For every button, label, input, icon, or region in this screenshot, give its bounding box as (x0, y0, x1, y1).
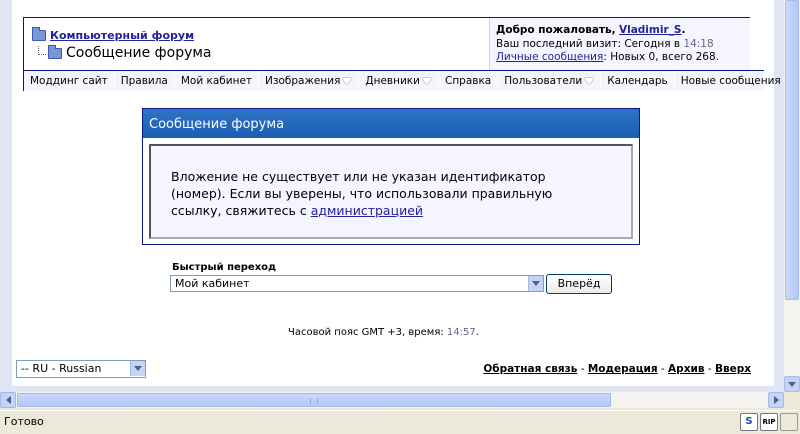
last-visit-label: Ваш последний визит: Сегодня в (496, 37, 681, 50)
welcome-box: Добро пожаловать, Vladimir_S. Ваш послед… (489, 18, 750, 70)
vertical-scrollbar[interactable] (784, 0, 800, 392)
page-title: Сообщение форума (66, 45, 212, 61)
nav-item-label: Пользователи (504, 74, 583, 87)
nav-item[interactable]: Изображения (259, 70, 360, 92)
dropdown-triangle-icon[interactable] (342, 77, 353, 85)
language-select[interactable]: -- RU - Russian (16, 360, 146, 378)
nav-item-label: Моддинг сайт (30, 74, 108, 87)
pm-stats: : Новых 0, всего 268. (603, 51, 719, 63)
breadcrumb-forum-link[interactable]: Компьютерный форум (50, 29, 194, 42)
footer-link[interactable]: Обратная связь (483, 363, 577, 375)
message-text: ссылку, свяжитесь с (171, 203, 307, 218)
arrow-right-icon (773, 396, 779, 404)
language-selected: -- RU - Russian (21, 362, 102, 375)
status-text: Готово (4, 415, 44, 428)
message-text-line: ссылку, свяжитесь с администрацией (171, 202, 631, 219)
welcome-line: Добро пожаловать, Vladimir_S. (496, 24, 750, 38)
private-messages-link[interactable]: Личные сообщения (496, 51, 603, 63)
breadcrumb-current-line: Сообщение форума (32, 44, 489, 62)
nav-item-label: Новые сообщения (680, 74, 781, 87)
nav-item-label: Мой кабинет (180, 74, 253, 87)
nav-item[interactable]: Новые сообщения (675, 71, 784, 92)
grip-icon (310, 398, 318, 404)
dropdown-triangle-icon[interactable] (421, 77, 432, 85)
message-title: Сообщение форума (143, 109, 639, 138)
folder-icon (32, 26, 46, 41)
tree-connector-icon (38, 45, 46, 55)
scroll-right-button[interactable] (768, 392, 784, 408)
nav-item[interactable]: Справка (439, 70, 499, 92)
rip-icon[interactable]: RIP (760, 413, 778, 431)
message-body: Вложение не существует или не указан иде… (149, 144, 633, 239)
footer-links: Обратная связь - Модерация - Архив - Вве… (483, 363, 751, 375)
footer-link[interactable]: Архив (668, 363, 704, 375)
welcome-greeting: Добро пожаловать, (496, 24, 616, 36)
browser-viewport: Компьютерный форум Сообщение форума Добр… (0, 0, 784, 392)
nav-item[interactable]: Пользователи (498, 70, 602, 92)
quick-jump-go-button[interactable]: Вперёд (546, 274, 612, 294)
quick-jump-selected: Мой кабинет (175, 277, 250, 290)
welcome-end: . (681, 24, 686, 36)
timezone-info: Часовой пояс GMT +3, время: 14:57. (288, 327, 479, 338)
nav-item-label: Изображения (265, 74, 341, 87)
footer-separator: - (704, 363, 715, 375)
folder-open-icon (48, 44, 62, 59)
administration-link[interactable]: администрацией (311, 203, 423, 218)
horizontal-scrollbar[interactable] (0, 392, 784, 408)
nav-item[interactable]: Мой кабинет (175, 70, 260, 92)
pm-line: Личные сообщения: Новых 0, всего 268. (496, 51, 750, 65)
footer-link[interactable]: Модерация (588, 363, 658, 375)
footer-link[interactable]: Вверх (715, 363, 751, 375)
quick-jump-label: Быстрый переход (172, 262, 277, 273)
current-time: 14:57 (446, 327, 476, 338)
message-text-line: Вложение не существует или не указан иде… (171, 169, 546, 184)
breadcrumb-forum-line: Компьютерный форум (32, 26, 489, 44)
arrow-left-icon (5, 396, 11, 404)
chevron-down-icon[interactable] (528, 276, 543, 291)
arrow-down-icon (788, 381, 796, 387)
nav-item[interactable]: Дневники (359, 70, 439, 92)
message-panel: Сообщение форума Вложение не существует … (142, 108, 640, 245)
message-text-line: (номер). Если вы уверены, что использова… (171, 186, 553, 201)
nav-item-label: Справка (444, 74, 492, 87)
last-visit-time: 14:18 (683, 37, 714, 50)
timezone-end: . (475, 327, 479, 338)
username-link[interactable]: Vladimir_S (619, 24, 681, 36)
resize-grip-icon (780, 413, 798, 431)
horizontal-scroll-thumb[interactable] (17, 393, 611, 407)
nav-item-label: Календарь (607, 74, 668, 87)
nav-item-label: Дневники (365, 74, 420, 87)
dropdown-triangle-icon[interactable] (584, 77, 595, 85)
skype-icon[interactable]: S (740, 413, 758, 431)
nav-item[interactable]: Правила (115, 70, 175, 92)
navbar: Моддинг сайт Правила Мой кабинет Изображени… (24, 70, 781, 92)
chevron-down-icon[interactable] (130, 361, 145, 376)
status-bar: Готово S RIP (0, 410, 800, 434)
footer-separator: - (657, 363, 669, 375)
last-visit-line: Ваш последний визит: Сегодня в 14:18 (496, 38, 750, 52)
footer-separator: - (577, 363, 588, 375)
scrollbar-corner (784, 392, 800, 408)
forum-header: Компьютерный форум Сообщение форума Добр… (23, 17, 781, 92)
vertical-scroll-thumb[interactable] (785, 0, 799, 300)
nav-item[interactable]: Календарь (601, 70, 675, 92)
scroll-down-button[interactable] (784, 376, 800, 392)
scroll-left-button[interactable] (0, 392, 16, 408)
breadcrumb: Компьютерный форум Сообщение форума (24, 18, 489, 70)
quick-jump-select[interactable]: Мой кабинет (170, 275, 544, 292)
timezone-label: Часовой пояс GMT +3, время: (288, 327, 444, 338)
nav-item[interactable]: Моддинг сайт (24, 70, 115, 92)
nav-item-label: Правила (120, 74, 168, 87)
